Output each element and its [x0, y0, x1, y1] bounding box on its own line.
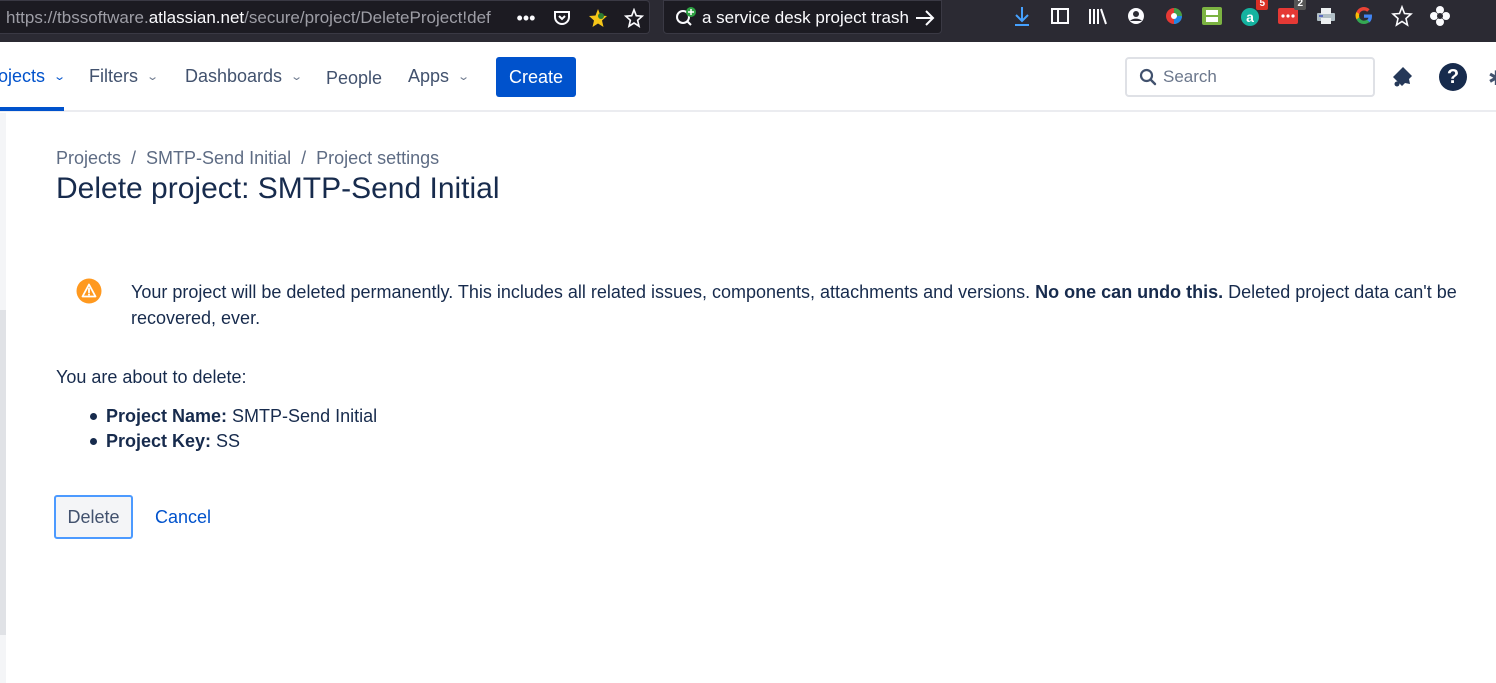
- library-icon[interactable]: [1086, 4, 1110, 28]
- chevron-down-icon: ⌄: [146, 71, 160, 83]
- go-arrow-icon[interactable]: [914, 8, 936, 28]
- breadcrumb-separator: /: [301, 148, 307, 168]
- jira-search-field[interactable]: [1125, 57, 1375, 97]
- settings-gear-icon[interactable]: ✱: [1488, 66, 1496, 86]
- browser-search-text: a service desk project trash: [702, 8, 909, 27]
- breadcrumb-settings[interactable]: Project settings: [316, 148, 439, 168]
- notifications-bell-icon[interactable]: [1390, 64, 1416, 90]
- color-wheel-extension-icon[interactable]: [1162, 4, 1186, 28]
- sidebar-scroll-edge: [0, 310, 6, 635]
- project-name-value: SMTP-Send Initial: [227, 406, 378, 426]
- download-icon[interactable]: [1010, 4, 1034, 28]
- cancel-link[interactable]: Cancel: [155, 507, 211, 528]
- project-key-value: SS: [211, 431, 241, 451]
- star-outline-icon[interactable]: [1390, 4, 1414, 28]
- active-nav-indicator: [0, 107, 64, 111]
- search-icon: [676, 7, 696, 26]
- nav-apps-label: Apps: [408, 66, 450, 86]
- project-details-list: Project Name: SMTP-Send Initial Project …: [90, 404, 377, 454]
- nav-filters-label: Filters: [89, 66, 138, 86]
- breadcrumb-separator: /: [131, 148, 137, 168]
- warning-icon: [76, 278, 102, 304]
- breadcrumb: Projects / SMTP-Send Initial / Project setti…: [56, 148, 439, 169]
- create-button[interactable]: Create: [496, 57, 576, 97]
- address-bar[interactable]: https://tbssoftware.atlassian.net/secure…: [0, 0, 650, 34]
- nav-people[interactable]: People: [326, 68, 382, 89]
- nav-dashboards-label: Dashboards: [185, 66, 283, 86]
- warning-text: Your project will be deleted permanently…: [131, 282, 1036, 302]
- extension-star-icon[interactable]: [586, 6, 610, 30]
- notes-extension-icon[interactable]: 2: [1276, 0, 1306, 28]
- about-to-delete-label: You are about to delete:: [56, 367, 247, 387]
- url-text: https://tbssoftware.atlassian.net/secure…: [6, 8, 491, 27]
- chevron-down-icon: ⌄: [457, 71, 471, 83]
- flower-extension-icon[interactable]: [1428, 4, 1452, 28]
- grammar-extension-icon[interactable]: a 5: [1238, 0, 1268, 28]
- account-icon[interactable]: [1124, 4, 1148, 28]
- chevron-down-icon: ⌄: [53, 71, 67, 83]
- delete-button[interactable]: Delete: [54, 495, 133, 539]
- list-item: Project Name: SMTP-Send Initial: [90, 404, 377, 429]
- browser-search-box[interactable]: a service desk project trash: [663, 0, 942, 34]
- warning-message: Your project will be deleted permanently…: [131, 279, 1496, 331]
- breadcrumb-project[interactable]: SMTP-Send Initial: [146, 148, 291, 168]
- help-icon[interactable]: ?: [1439, 63, 1467, 91]
- printer-icon[interactable]: [1314, 4, 1338, 28]
- search-input[interactable]: [1163, 65, 1363, 89]
- search-icon: [1139, 68, 1157, 86]
- print-extension-icon[interactable]: [1200, 4, 1224, 28]
- nav-people-label: People: [326, 68, 383, 88]
- nav-projects[interactable]: ojects ⌄: [0, 66, 67, 87]
- bookmark-star-icon[interactable]: [622, 6, 646, 30]
- project-name-label: Project Name:: [106, 406, 228, 426]
- list-item: Project Key: SS: [90, 429, 377, 454]
- svg-text:a: a: [1246, 9, 1254, 25]
- nav-filters[interactable]: Filters ⌄: [89, 66, 160, 87]
- more-actions-icon[interactable]: •••: [514, 6, 538, 30]
- page-title: Delete project: SMTP-Send Initial: [56, 172, 500, 205]
- jira-top-navigation: ojects ⌄ Filters ⌄ Dashboards ⌄ People A…: [0, 42, 1496, 112]
- chevron-down-icon: ⌄: [290, 71, 304, 83]
- browser-toolbar: https://tbssoftware.atlassian.net/secure…: [0, 0, 1496, 42]
- breadcrumb-projects[interactable]: Projects: [56, 148, 121, 168]
- sidebar-icon[interactable]: [1048, 4, 1072, 28]
- nav-apps[interactable]: Apps ⌄: [408, 66, 471, 87]
- project-key-label: Project Key:: [106, 431, 212, 451]
- warning-emphasis: No one can undo this.: [1035, 282, 1224, 302]
- pocket-icon[interactable]: [550, 6, 574, 30]
- nav-projects-label: ojects: [0, 66, 46, 86]
- nav-dashboards[interactable]: Dashboards ⌄: [185, 66, 304, 87]
- google-icon[interactable]: [1352, 4, 1376, 28]
